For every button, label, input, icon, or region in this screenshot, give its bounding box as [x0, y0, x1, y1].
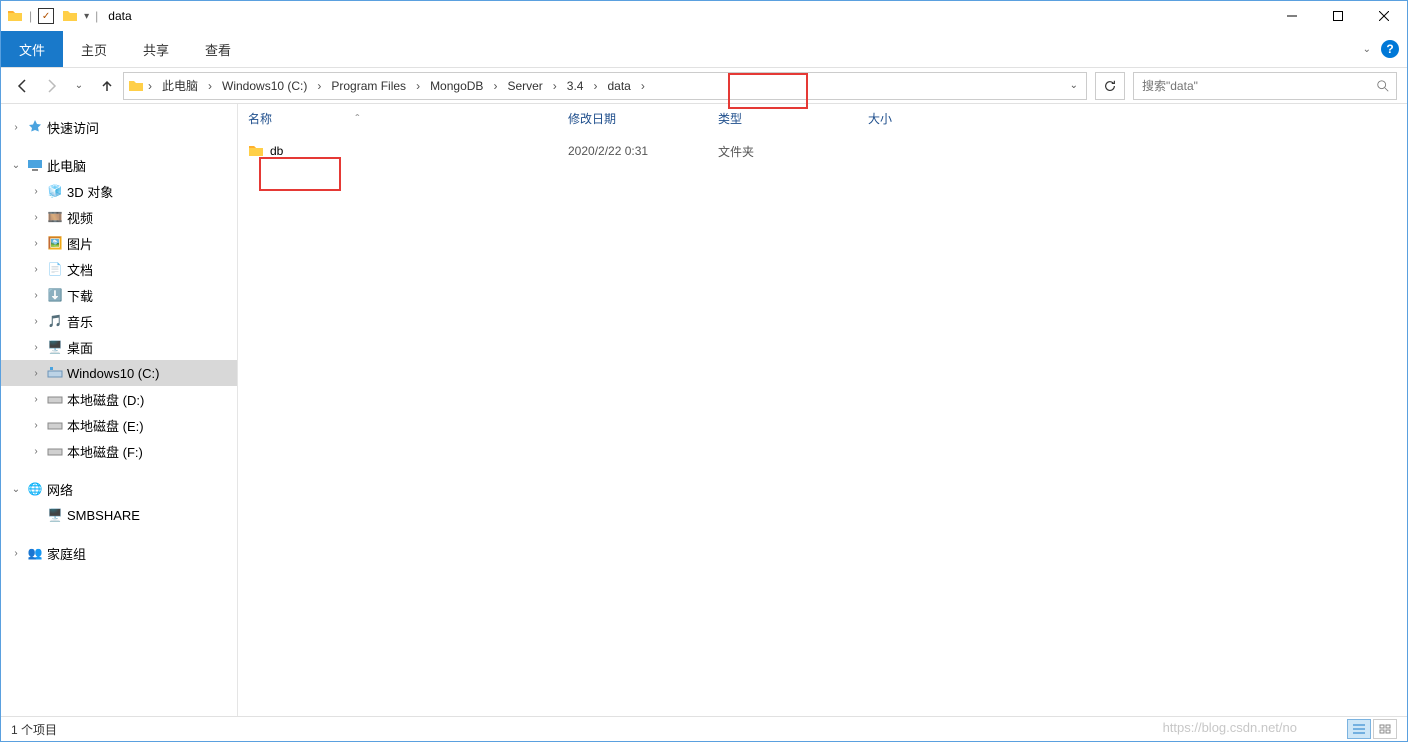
titlebar: | ✓ ▾ | data — [1, 1, 1407, 31]
file-type: 文件夹 — [718, 143, 868, 160]
refresh-button[interactable] — [1095, 72, 1125, 100]
expand-icon[interactable]: › — [9, 122, 23, 133]
documents-icon: 📄 — [47, 261, 63, 277]
file-date: 2020/2/22 0:31 — [568, 144, 718, 158]
status-text: 1 个项目 — [11, 721, 57, 738]
file-list-panel: 名称 ˆ 修改日期 类型 大小 db 2020/2/22 0:31 文件夹 — [238, 104, 1407, 716]
tree-this-pc[interactable]: ⌄ 此电脑 — [1, 152, 237, 178]
qat-sep: | — [29, 9, 32, 23]
chevron-right-icon[interactable]: › — [315, 73, 323, 99]
tree-item-videos[interactable]: ›🎞️视频 — [1, 204, 237, 230]
recent-dropdown-icon[interactable]: ⌄ — [67, 74, 91, 98]
folder-icon: 🧊 — [47, 183, 63, 199]
crumb-data[interactable]: data — [601, 73, 636, 99]
tab-view[interactable]: 查看 — [187, 31, 249, 67]
tree-network[interactable]: ⌄🌐网络 — [1, 476, 237, 502]
music-icon: 🎵 — [47, 313, 63, 329]
col-date[interactable]: 修改日期 — [568, 110, 718, 127]
back-button[interactable] — [11, 74, 35, 98]
downloads-icon: ⬇️ — [47, 287, 63, 303]
tree-item-music[interactable]: ›🎵音乐 — [1, 308, 237, 334]
video-icon: 🎞️ — [47, 209, 63, 225]
app-folder-icon — [7, 8, 23, 24]
tree-quick-access[interactable]: › 快速访问 — [1, 114, 237, 140]
tree-item-drive-c[interactable]: ›Windows10 (C:) — [1, 360, 237, 386]
search-box[interactable] — [1133, 72, 1397, 100]
computer-icon: 🖥️ — [47, 507, 63, 523]
view-details-button[interactable] — [1347, 719, 1371, 739]
tree-item-drive-e[interactable]: ›本地磁盘 (E:) — [1, 412, 237, 438]
tab-share[interactable]: 共享 — [125, 31, 187, 67]
tree-item-drive-f[interactable]: ›本地磁盘 (F:) — [1, 438, 237, 464]
status-bar: 1 个项目 — [1, 716, 1407, 741]
collapse-icon[interactable]: ⌄ — [9, 484, 23, 495]
tree-item-3d[interactable]: ›🧊3D 对象 — [1, 178, 237, 204]
col-name[interactable]: 名称 ˆ — [248, 110, 568, 127]
pc-icon — [27, 157, 43, 173]
drive-icon — [47, 391, 63, 407]
crumb-mongodb[interactable]: MongoDB — [424, 73, 489, 99]
tree-item-documents[interactable]: ›📄文档 — [1, 256, 237, 282]
drive-icon — [47, 417, 63, 433]
drive-icon — [47, 443, 63, 459]
help-icon[interactable]: ? — [1381, 40, 1399, 58]
chevron-right-icon[interactable]: › — [551, 73, 559, 99]
nav-tree[interactable]: › 快速访问 ⌄ 此电脑 ›🧊3D 对象 ›🎞️视频 ›🖼️图片 ›📄文档 ›⬇… — [1, 104, 238, 716]
address-bar[interactable]: › 此电脑 › Windows10 (C:) › Program Files ›… — [123, 72, 1087, 100]
folder-icon — [248, 143, 264, 159]
tree-label: 快速访问 — [47, 118, 99, 137]
chevron-right-icon[interactable]: › — [146, 73, 154, 99]
qat-folder-icon[interactable] — [62, 8, 78, 24]
minimize-button[interactable] — [1269, 1, 1315, 31]
column-headers[interactable]: 名称 ˆ 修改日期 类型 大小 — [238, 104, 1407, 133]
tab-home[interactable]: 主页 — [63, 31, 125, 67]
forward-button[interactable] — [39, 74, 63, 98]
sort-asc-icon: ˆ — [355, 112, 359, 126]
drive-icon — [47, 365, 63, 381]
file-row[interactable]: db 2020/2/22 0:31 文件夹 — [248, 139, 1407, 163]
tree-item-smbshare[interactable]: 🖥️SMBSHARE — [1, 502, 237, 528]
pictures-icon: 🖼️ — [47, 235, 63, 251]
homegroup-icon: 👥 — [27, 545, 43, 561]
chevron-right-icon[interactable]: › — [591, 73, 599, 99]
view-large-button[interactable] — [1373, 719, 1397, 739]
address-dropdown-icon[interactable]: ⌄ — [1066, 80, 1082, 91]
close-button[interactable] — [1361, 1, 1407, 31]
tree-item-downloads[interactable]: ›⬇️下载 — [1, 282, 237, 308]
crumb-drive[interactable]: Windows10 (C:) — [216, 73, 313, 99]
address-folder-icon — [128, 78, 144, 94]
qat-dropdown-icon[interactable]: ▾ — [84, 11, 89, 22]
qat-sep2: | — [95, 9, 98, 23]
nav-row: ⌄ › 此电脑 › Windows10 (C:) › Program Files… — [1, 68, 1407, 104]
up-button[interactable] — [95, 74, 119, 98]
crumb-pc[interactable]: 此电脑 — [156, 73, 204, 99]
star-icon — [27, 119, 43, 135]
window-title: data — [108, 9, 131, 23]
search-input[interactable] — [1140, 78, 1376, 94]
tree-item-pictures[interactable]: ›🖼️图片 — [1, 230, 237, 256]
file-name: db — [270, 144, 283, 158]
ribbon-expand-icon[interactable]: ⌄ — [1363, 44, 1371, 55]
tree-label: 此电脑 — [47, 156, 86, 175]
chevron-right-icon[interactable]: › — [491, 73, 499, 99]
search-icon — [1376, 79, 1390, 93]
maximize-button[interactable] — [1315, 1, 1361, 31]
chevron-right-icon[interactable]: › — [639, 73, 647, 99]
chevron-right-icon[interactable]: › — [414, 73, 422, 99]
tree-item-desktop[interactable]: ›🖥️桌面 — [1, 334, 237, 360]
tree-homegroup[interactable]: ›👥家庭组 — [1, 540, 237, 566]
desktop-icon: 🖥️ — [47, 339, 63, 355]
col-type[interactable]: 类型 — [718, 110, 868, 127]
network-icon: 🌐 — [27, 481, 43, 497]
tab-file[interactable]: 文件 — [1, 31, 63, 67]
chevron-right-icon[interactable]: › — [206, 73, 214, 99]
crumb-programfiles[interactable]: Program Files — [325, 73, 412, 99]
qat-checkbox-icon[interactable]: ✓ — [38, 8, 54, 24]
ribbon: 文件 主页 共享 查看 ⌄ ? — [1, 31, 1407, 68]
collapse-icon[interactable]: ⌄ — [9, 160, 23, 171]
col-size[interactable]: 大小 — [868, 110, 948, 127]
crumb-server[interactable]: Server — [501, 73, 548, 99]
tree-item-drive-d[interactable]: ›本地磁盘 (D:) — [1, 386, 237, 412]
crumb-34[interactable]: 3.4 — [561, 73, 590, 99]
